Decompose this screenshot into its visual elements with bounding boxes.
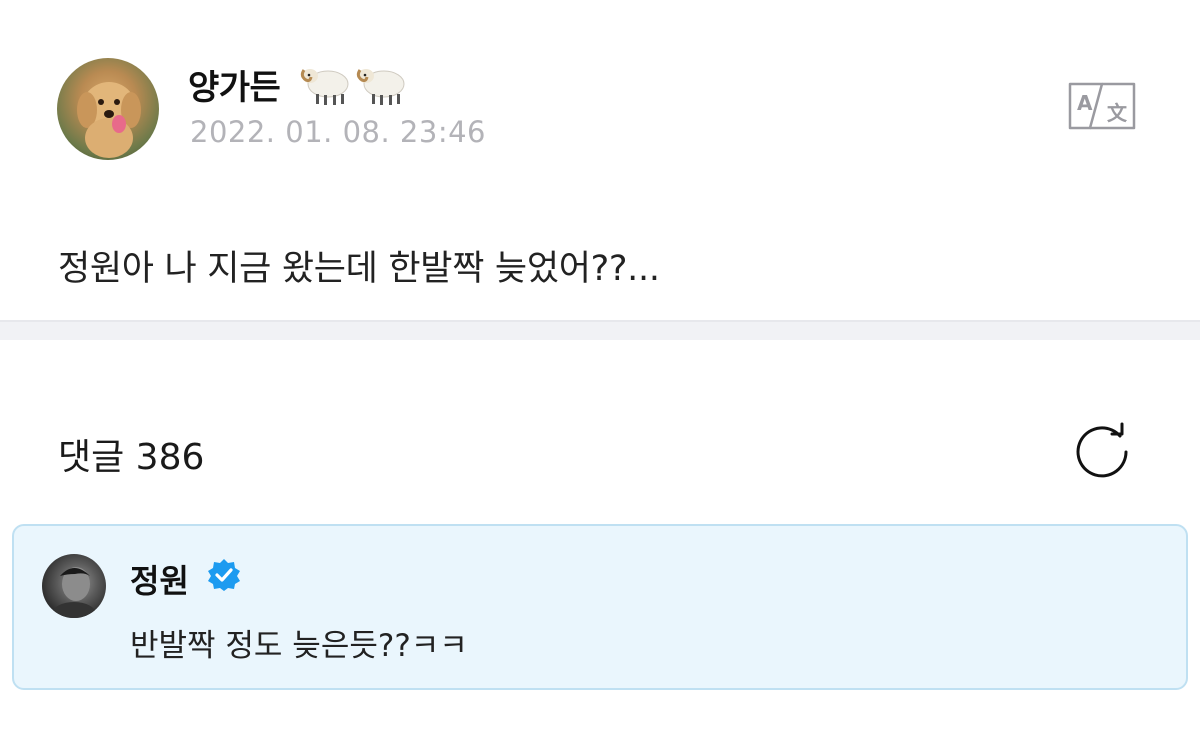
comments-count-title: 댓글 386 (58, 437, 205, 478)
author-avatar[interactable] (57, 58, 159, 160)
refresh-icon[interactable] (1070, 422, 1136, 482)
reply-author-name[interactable]: 정원 (130, 556, 189, 602)
svg-text:A: A (1077, 91, 1093, 115)
post-body: 정원아 나 지금 왔는데 한발짝 늦었어??... (58, 249, 660, 289)
translate-icon[interactable]: A 文 (1064, 80, 1140, 132)
reply-author-avatar[interactable] (42, 554, 106, 618)
verified-badge-icon (208, 559, 240, 591)
sheep-icon (300, 69, 349, 105)
section-divider (0, 320, 1200, 340)
sheep-icon (356, 69, 405, 105)
svg-text:文: 文 (1107, 101, 1128, 125)
dog-photo (77, 82, 141, 158)
reply-text: 반발짝 정도 늦은듯??ㅋㅋ (130, 628, 468, 664)
post-timestamp: 2022. 01. 08. 23:46 (190, 115, 486, 149)
artist-reply-card[interactable]: 정원 반발짝 정도 늦은듯??ㅋㅋ (12, 524, 1188, 690)
artist-photo (52, 567, 96, 618)
author-name[interactable]: 양가든 (188, 60, 281, 109)
post-header: 양가든 2022. 01. 08. 23:46 A 文 (0, 0, 1200, 190)
